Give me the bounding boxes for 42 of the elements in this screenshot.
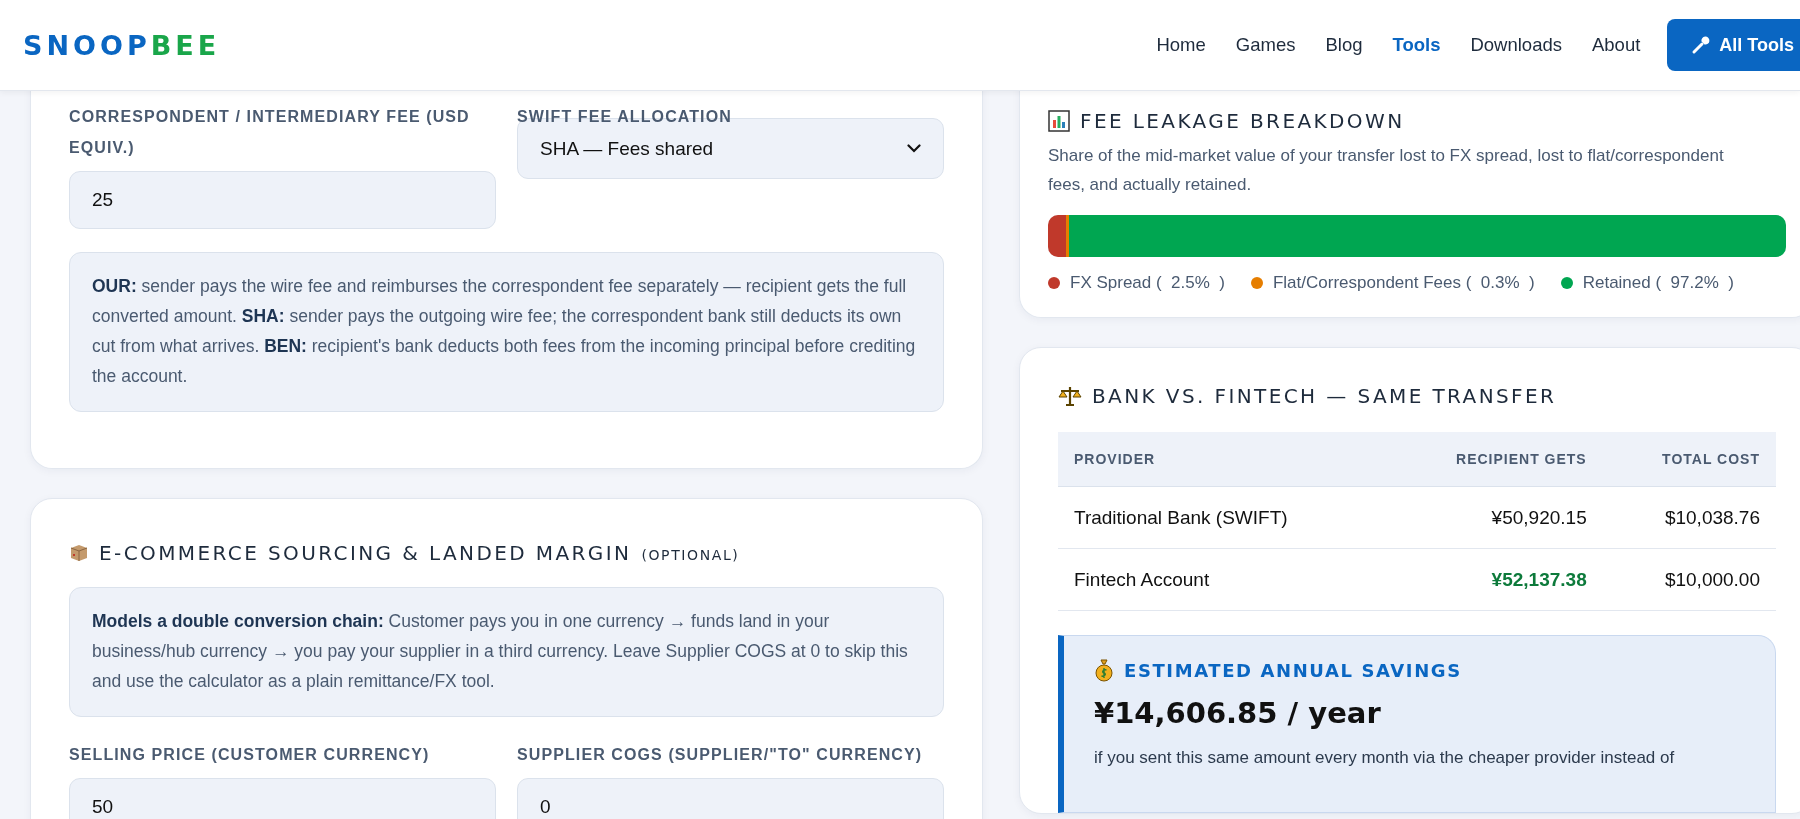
- wrench-icon: [1691, 35, 1712, 55]
- chevron-down-icon: [907, 144, 921, 153]
- nav-link[interactable]: Downloads: [1455, 34, 1577, 56]
- field-label: CORRESPONDENT / INTERMEDIARY FEE (USD EQUIV.): [69, 107, 471, 158]
- savings-amount: ¥14,606.85 / year: [1094, 696, 1382, 730]
- nav-link[interactable]: Tools: [1377, 34, 1456, 56]
- table-cell: ¥50,920.15: [1385, 486, 1603, 549]
- column-header: TOTAL COST: [1602, 432, 1776, 487]
- legend-label: Flat/Correspondent Fees ( 0.3% ): [1272, 273, 1535, 293]
- savings-text: if you sent this same amount every month via the cheaper provider instead of: [1094, 747, 1676, 769]
- field-label: SUPPLIER COGS (SUPPLIER/"TO" CURRENCY): [517, 745, 924, 765]
- nav-link[interactable]: Games: [1220, 34, 1311, 56]
- table-cell: $10,000.00: [1602, 548, 1776, 611]
- all-tools-button[interactable]: All Tools: [1667, 19, 1800, 71]
- optional-tag: (OPTIONAL): [641, 547, 740, 563]
- column-header: RECIPIENT GETS: [1385, 432, 1603, 487]
- legend-label: Retained ( 97.2% ): [1582, 273, 1734, 293]
- input-field[interactable]: 25: [69, 171, 496, 229]
- money-bag-icon: [1094, 658, 1114, 682]
- section-title: FEE LEAKAGE BREAKDOWN: [1080, 109, 1405, 133]
- nav-link[interactable]: Home: [1141, 34, 1221, 56]
- box-icon: [69, 543, 89, 563]
- section-title: E-COMMERCE SOURCING & LANDED MARGIN: [99, 541, 632, 565]
- table-cell: $10,038.76: [1602, 486, 1776, 549]
- info-note: Models a double conversion chain: Customer pays you in one currency → funds land in your business/hub currency → you pay your supplier in a third currency. Leave Supplier COGS at 0 to skip this and use the calculator as a plain remittance/FX tool.: [69, 587, 944, 717]
- nav-link[interactable]: Blog: [1310, 34, 1378, 56]
- legend-label: FX Spread ( 2.5% ): [1070, 273, 1225, 293]
- column-header: PROVIDER: [1058, 432, 1386, 487]
- input-field[interactable]: 0: [517, 778, 944, 819]
- section-title: BANK VS. FINTECH — SAME TRANSFER: [1092, 384, 1557, 408]
- table-cell: Fintech Account: [1058, 548, 1386, 611]
- description-text: Share of the mid-market value of your transfer lost to FX spread, lost to flat/correspondent fees, and actually retained.: [1048, 145, 1725, 196]
- logo[interactable]: SNOOP BEE: [23, 29, 221, 61]
- nav-link[interactable]: About: [1576, 34, 1656, 56]
- table-cell: Traditional Bank (SWIFT): [1058, 486, 1386, 549]
- savings-title: ESTIMATED ANNUAL SAVINGS: [1124, 659, 1462, 681]
- table-cell: ¥52,137.38: [1385, 548, 1603, 611]
- info-note: OUR: sender pays the wire fee and reimburses the correspondent fee separately — recipient gets the full converted amount. SHA: sender pays the outgoing wire fee; the correspondent bank still deducts its own cut from what arrives. BEN: recipient's bank deducts both fees from the incoming principal before crediting the account.: [69, 252, 944, 412]
- input-field[interactable]: 50: [69, 778, 496, 819]
- bar-chart-icon: [1048, 110, 1070, 132]
- scales-icon: [1058, 385, 1082, 407]
- field-label: SELLING PRICE (CUSTOMER CURRENCY): [69, 745, 431, 765]
